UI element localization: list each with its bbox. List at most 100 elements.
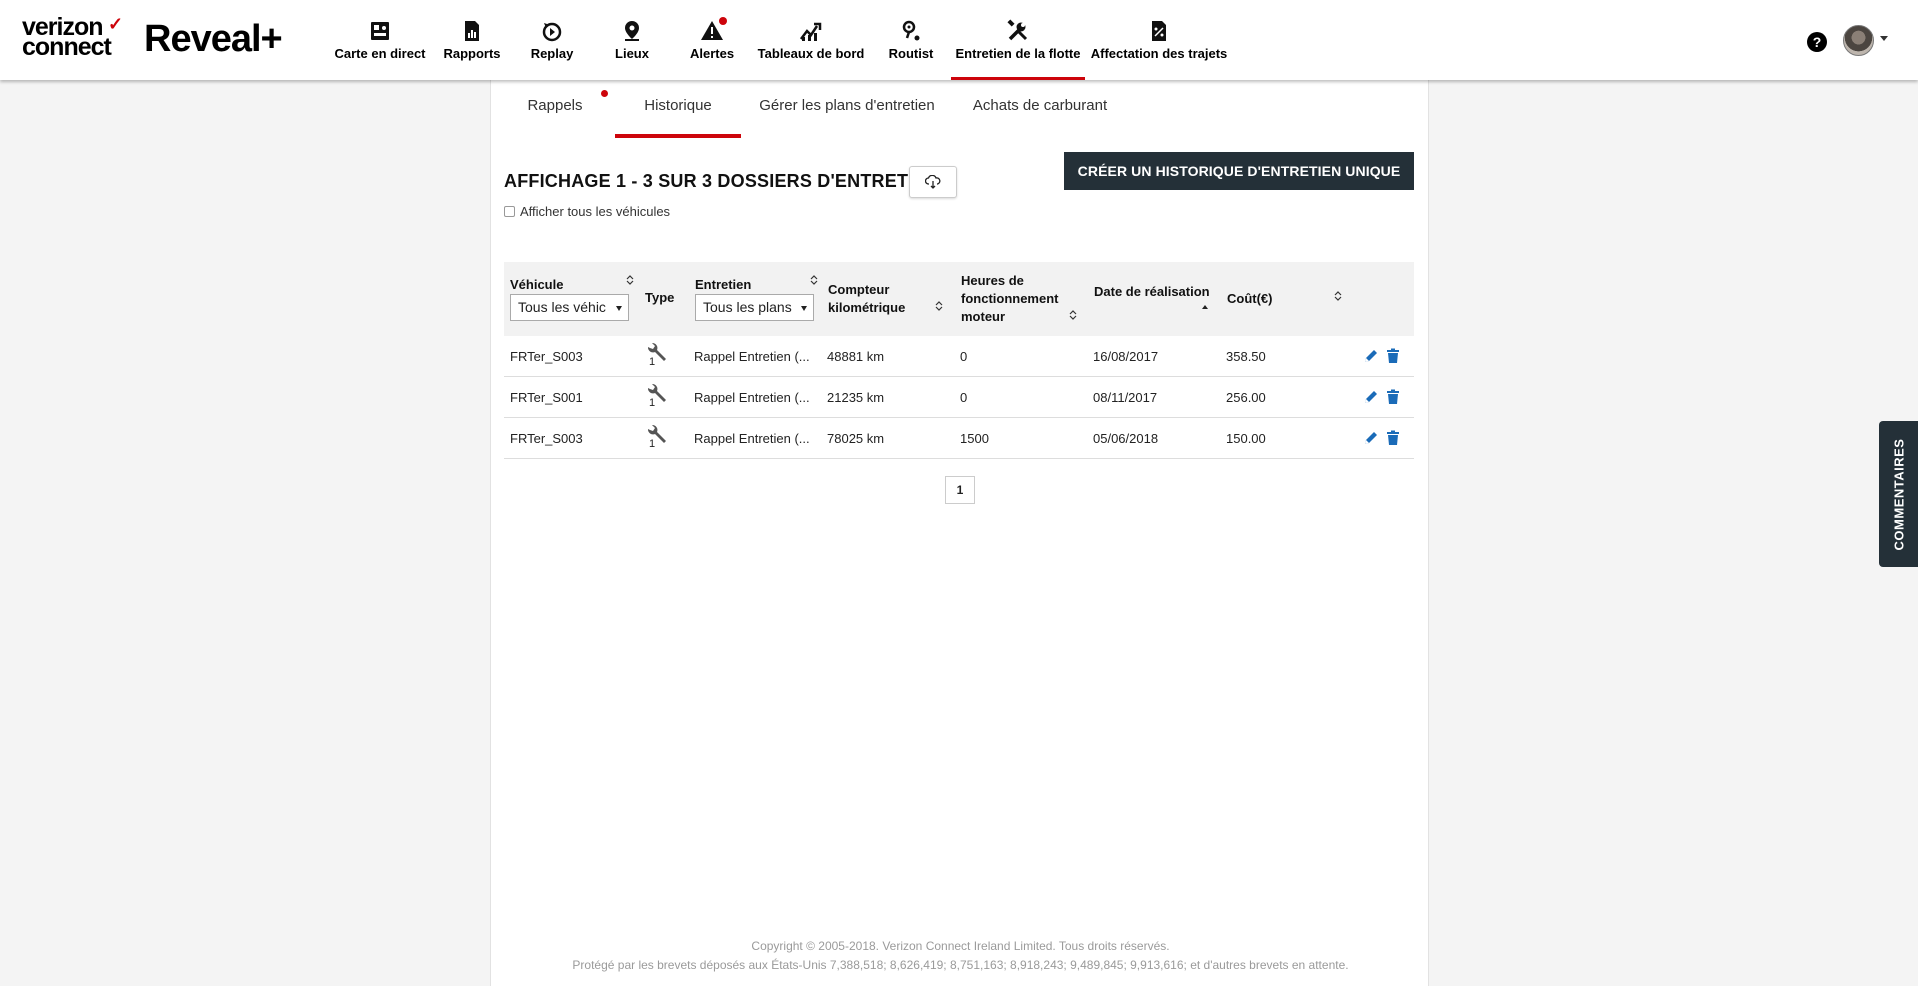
reminders-badge [601, 90, 608, 97]
nav-label: Affectation des trajets [1090, 46, 1228, 61]
replay-icon [542, 22, 562, 42]
tab-label: Achats de carburant [972, 97, 1108, 114]
nav-label: Rapports [443, 46, 501, 61]
cell-vehicle: FRTer_S001 [510, 390, 583, 405]
page-title: AFFICHAGE 1 - 3 SUR 3 DOSSIERS D'ENTRETI… [504, 171, 939, 191]
places-pin-icon [625, 21, 639, 41]
tab-reminders[interactable]: Rappels [527, 94, 583, 138]
cell-odometer: 78025 km [827, 431, 885, 446]
sort-icon[interactable] [626, 274, 634, 286]
edit-pencil-icon[interactable] [1363, 389, 1379, 405]
col-label: fonctionnement [961, 291, 1059, 306]
nav-live-map[interactable]: Carte en direct [334, 0, 426, 80]
top-navigation-bar: verizon ✓ connect Reveal+ Carte en direct … [0, 0, 1918, 80]
sort-icon[interactable] [1334, 290, 1342, 302]
cloud-download-icon [925, 175, 941, 189]
select-value: Tous les véhic [518, 299, 606, 315]
tab-label: Rappels [527, 97, 583, 114]
col-odometer[interactable]: Compteur kilométrique [828, 281, 905, 317]
nav-label: Routist [888, 46, 934, 61]
nav-label: Alertes [689, 46, 735, 61]
download-button[interactable] [909, 166, 957, 198]
dashboard-chart-icon [800, 22, 822, 41]
col-label: Heures de [961, 273, 1024, 288]
cell-maintenance: Rappel Entretien (... [694, 390, 810, 405]
nav-reports[interactable]: Rapports [443, 0, 501, 80]
alert-badge [719, 17, 727, 25]
nav-label: Tableaux de bord [757, 46, 865, 61]
table-row[interactable]: FRTer_S001 1 Rappel Entretien (... 21235… [504, 377, 1414, 418]
wrench-icon [647, 424, 666, 443]
main-content-panel: Rappels Historique Gérer les plans d'ent… [490, 80, 1429, 986]
edit-pencil-icon[interactable] [1363, 348, 1379, 364]
cell-engine-hours: 0 [960, 349, 968, 364]
nav-replay[interactable]: Replay [531, 0, 573, 80]
cell-vehicle: FRTer_S003 [510, 349, 583, 364]
maintenance-filter-select[interactable]: Tous les plans [695, 294, 814, 321]
type-count: 1 [649, 438, 656, 450]
trash-icon[interactable] [1385, 389, 1401, 405]
nav-places[interactable]: Lieux [614, 0, 650, 80]
chevron-down-icon[interactable] [1880, 36, 1888, 41]
col-label: kilométrique [828, 300, 906, 315]
trash-icon[interactable] [1385, 430, 1401, 446]
nav-label: Replay [530, 46, 574, 61]
nav-fleet-maintenance[interactable]: Entretien de la flotte [951, 0, 1085, 80]
tab-fuel-purchases[interactable]: Achats de carburant [972, 94, 1108, 138]
trip-assign-icon [1152, 21, 1166, 41]
wrench-icon [647, 383, 666, 402]
nav-dashboards[interactable]: Tableaux de bord [758, 0, 864, 80]
create-single-history-button[interactable]: CRÉER UN HISTORIQUE D'ENTRETIEN UNIQUE [1064, 152, 1414, 190]
wrench-screwdriver-icon [1007, 19, 1028, 41]
col-label: moteur [961, 309, 1006, 324]
table-row[interactable]: FRTer_S003 1 Rappel Entretien (... 78025… [504, 418, 1414, 459]
cell-maintenance: Rappel Entretien (... [694, 349, 810, 364]
checkbox-label: Afficher tous les véhicules [520, 204, 671, 219]
cell-maintenance: Rappel Entretien (... [694, 431, 810, 446]
col-completion-date[interactable]: Date de réalisation [1094, 283, 1210, 301]
reveal-plus-logo[interactable]: Reveal+ [144, 18, 283, 61]
col-label: Compteur [828, 282, 890, 297]
nav-label: Lieux [615, 46, 649, 61]
col-vehicle[interactable]: Véhicule [510, 276, 563, 294]
trash-icon[interactable] [1385, 348, 1401, 364]
col-maintenance[interactable]: Entretien [695, 276, 751, 294]
cell-odometer: 48881 km [827, 349, 885, 364]
cell-engine-hours: 1500 [960, 431, 989, 446]
type-count: 1 [649, 356, 656, 368]
tab-label: Gérer les plans d'entretien [759, 97, 935, 114]
nav-alerts[interactable]: Alertes [689, 0, 735, 80]
route-icon [902, 20, 920, 41]
tab-label: Historique [644, 97, 712, 114]
nav-routist[interactable]: Routist [889, 0, 933, 80]
sort-icon[interactable] [1069, 309, 1077, 321]
cell-engine-hours: 0 [960, 390, 968, 405]
col-engine-hours[interactable]: Heures de fonctionnement moteur [961, 272, 1059, 326]
user-avatar[interactable] [1843, 25, 1874, 56]
select-value: Tous les plans [703, 299, 792, 315]
reports-icon [465, 21, 479, 41]
sort-icon[interactable] [810, 274, 818, 286]
nav-label: Entretien de la flotte [955, 46, 1081, 61]
cell-vehicle: FRTer_S003 [510, 431, 583, 446]
map-icon [371, 22, 389, 40]
verizon-connect-logo[interactable]: verizon ✓ connect [22, 14, 123, 60]
help-icon[interactable]: ? [1807, 32, 1827, 52]
cell-completion-date: 05/06/2018 [1093, 431, 1159, 446]
show-all-vehicles-checkbox[interactable]: Afficher tous les véhicules [504, 204, 670, 219]
nav-trip-assignment[interactable]: Affectation des trajets [1091, 0, 1227, 80]
sort-ascending-icon[interactable] [1201, 302, 1209, 314]
edit-pencil-icon[interactable] [1363, 430, 1379, 446]
col-cost[interactable]: Coût(€) [1227, 290, 1273, 308]
sort-icon[interactable] [935, 300, 943, 312]
pagination-page-1[interactable]: 1 [945, 476, 975, 504]
table-row[interactable]: FRTer_S003 1 Rappel Entretien (... 48881… [504, 336, 1414, 377]
tab-manage-plans[interactable]: Gérer les plans d'entretien [759, 94, 935, 138]
cell-cost: 150.00 [1226, 431, 1266, 446]
vehicle-filter-select[interactable]: Tous les véhic [510, 294, 629, 321]
dropdown-arrow-icon [801, 306, 807, 311]
feedback-tab[interactable]: COMMENTAIRES [1879, 421, 1918, 567]
checkbox[interactable] [504, 206, 515, 217]
tab-history[interactable]: Historique [615, 94, 741, 138]
table-header: Véhicule Tous les véhic Type Entretien T… [504, 262, 1414, 336]
